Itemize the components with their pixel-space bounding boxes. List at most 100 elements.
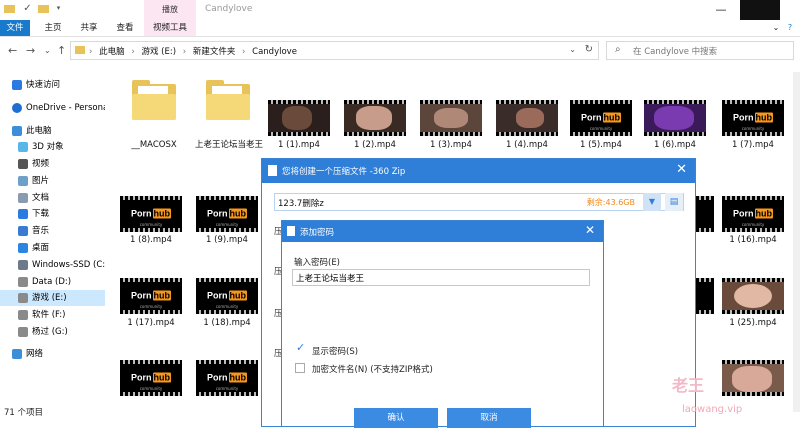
tab-home[interactable]: 主页 <box>38 20 68 36</box>
nav-drive-f[interactable]: 软件 (F:) <box>0 307 105 323</box>
desktop-icon <box>18 243 28 253</box>
tab-video-tools[interactable]: 视频工具 <box>144 20 196 36</box>
tab-view[interactable]: 查看 <box>110 20 140 36</box>
nav-drive-d[interactable]: Data (D:) <box>0 274 105 290</box>
minimize-button[interactable]: — <box>706 0 736 20</box>
video-thumbnail[interactable] <box>420 100 482 136</box>
video-thumbnail[interactable]: Porn hub community <box>196 196 258 232</box>
ribbon-tabs: 文件 主页 共享 查看 视频工具 ⌄ ? <box>0 20 800 37</box>
video-thumbnail[interactable] <box>722 360 784 396</box>
cube-icon <box>18 142 28 152</box>
encrypt-filenames-label[interactable]: 加密文件名(N) (不支持ZIP格式) <box>312 363 433 375</box>
drive-icon <box>18 260 28 270</box>
zip-dialog-title: 您将创建一个压缩文件 -360 Zip <box>282 167 406 177</box>
properties-check-icon[interactable]: ✓ <box>22 3 33 14</box>
zip-app-icon <box>287 226 295 236</box>
password-input[interactable]: 上老王论坛当老王 <box>292 269 590 286</box>
nav-network[interactable]: 网络 <box>0 346 105 362</box>
thumbnail-logo: Porn hub <box>732 208 774 219</box>
free-space-label: 剩余:43.6GB <box>586 198 635 207</box>
vertical-scrollbar[interactable] <box>793 72 800 412</box>
nav-videos[interactable]: 视频 <box>0 156 105 172</box>
video-thumbnail[interactable]: Porn hub community <box>120 196 182 232</box>
star-icon <box>12 80 22 90</box>
show-password-label[interactable]: 显示密码(S) <box>312 345 358 357</box>
dropdown-arrow-icon[interactable]: ▼ <box>643 193 661 211</box>
cloud-icon <box>12 103 22 113</box>
thumbnail-logo: Porn hub <box>580 112 622 123</box>
context-tab-group-label: 播放 <box>162 5 178 14</box>
nav-music[interactable]: 音乐 <box>0 223 105 239</box>
search-box[interactable]: ⌕ 在 Candylove 中搜索 <box>606 41 794 60</box>
video-thumbnail[interactable]: Porn hub community <box>120 278 182 314</box>
folder-icon[interactable] <box>132 80 176 120</box>
up-arrow-icon[interactable]: ↑ <box>57 44 66 57</box>
video-thumbnail[interactable]: Porn hub community <box>570 100 632 136</box>
new-folder-icon[interactable] <box>38 3 49 14</box>
address-row: ← → ⌄ ↑ › 此电脑 › 游戏 (E:) › 新建文件夹 › Candyl… <box>0 37 800 65</box>
back-arrow-icon[interactable]: ← <box>8 44 17 57</box>
nav-drive-g[interactable]: 杨过 (G:) <box>0 324 105 340</box>
thumbnail-logo: Porn hub <box>206 208 248 219</box>
nav-desktop[interactable]: 桌面 <box>0 240 105 256</box>
nav-onedrive[interactable]: OneDrive - Persona <box>0 100 105 116</box>
nav-3d-objects[interactable]: 3D 对象 <box>0 139 105 155</box>
quick-access-dropdown-icon[interactable]: ▾ <box>53 3 64 14</box>
file-name: 1 (25).mp4 <box>729 318 777 328</box>
file-name: 1 (5).mp4 <box>580 140 622 150</box>
tab-file[interactable]: 文件 <box>0 20 30 36</box>
breadcrumb-new-folder[interactable]: 新建文件夹 <box>193 47 236 57</box>
help-icon[interactable]: ? <box>784 20 796 36</box>
video-thumbnail[interactable] <box>268 100 330 136</box>
recent-locations-icon[interactable]: ⌄ <box>44 46 51 55</box>
ribbon-collapse-icon[interactable]: ⌄ <box>770 20 782 36</box>
video-thumbnail[interactable]: Porn hub community <box>722 100 784 136</box>
nav-pictures[interactable]: 图片 <box>0 173 105 189</box>
forward-arrow-icon[interactable]: → <box>26 44 35 57</box>
maximize-button[interactable] <box>740 0 780 20</box>
tab-share[interactable]: 共享 <box>74 20 104 36</box>
video-thumbnail[interactable] <box>644 100 706 136</box>
file-name: 1 (16).mp4 <box>729 235 777 245</box>
folder-icon[interactable] <box>206 80 250 120</box>
download-icon <box>18 209 28 219</box>
breadcrumb-drive-e[interactable]: 游戏 (E:) <box>141 47 176 57</box>
browse-folder-icon[interactable]: ▤ <box>665 193 683 211</box>
nav-downloads[interactable]: 下载 <box>0 206 105 222</box>
nav-drive-e[interactable]: 游戏 (E:) <box>0 290 105 306</box>
video-thumbnail-partial[interactable] <box>696 278 714 314</box>
video-thumbnail[interactable]: Porn hub community <box>196 278 258 314</box>
status-item-count: 71 个项目 <box>4 408 44 418</box>
video-icon <box>18 159 28 169</box>
refresh-icon[interactable]: ↻ <box>585 44 593 55</box>
ok-button[interactable]: 确认 <box>354 408 438 428</box>
picture-icon <box>18 176 28 186</box>
video-thumbnail-partial[interactable] <box>696 196 714 232</box>
drive-icon <box>18 327 28 337</box>
breadcrumb: › 此电脑 › 游戏 (E:) › 新建文件夹 › Candylove <box>89 47 297 57</box>
zip-output-path-field[interactable]: 123.7删除z 剩余:43.6GB ▼ ▤ <box>274 193 684 211</box>
file-name: 1 (8).mp4 <box>130 235 172 245</box>
video-thumbnail[interactable] <box>344 100 406 136</box>
cancel-button[interactable]: 取消 <box>447 408 531 428</box>
video-thumbnail[interactable] <box>722 278 784 314</box>
video-thumbnail[interactable] <box>496 100 558 136</box>
navigation-pane: 快速访问 OneDrive - Persona 此电脑 3D 对象 视频 图片 … <box>0 72 105 392</box>
zip-dialog-titlebar: 您将创建一个压缩文件 -360 Zip ✕ <box>262 159 695 183</box>
breadcrumb-this-pc[interactable]: 此电脑 <box>99 47 125 57</box>
address-bar[interactable]: › 此电脑 › 游戏 (E:) › 新建文件夹 › Candylove ⌄ ↻ <box>70 41 599 60</box>
video-thumbnail[interactable]: Porn hub community <box>722 196 784 232</box>
password-input-label: 输入密码(E) <box>294 258 341 268</box>
video-thumbnail[interactable]: Porn hub community <box>196 360 258 396</box>
nav-drive-c[interactable]: Windows-SSD (C:) <box>0 257 105 273</box>
nav-documents[interactable]: 文档 <box>0 190 105 206</box>
nav-this-pc[interactable]: 此电脑 <box>0 123 105 139</box>
encrypt-filenames-checkbox[interactable] <box>295 363 305 373</box>
video-thumbnail[interactable]: Porn hub community <box>120 360 182 396</box>
breadcrumb-candylove[interactable]: Candylove <box>252 47 297 57</box>
nav-quick-access[interactable]: 快速访问 <box>0 77 105 93</box>
close-icon[interactable]: ✕ <box>676 162 687 177</box>
close-icon[interactable]: ✕ <box>585 223 595 237</box>
address-dropdown-icon[interactable]: ⌄ <box>569 45 576 54</box>
show-password-checkbox[interactable]: ✓ <box>296 342 305 353</box>
